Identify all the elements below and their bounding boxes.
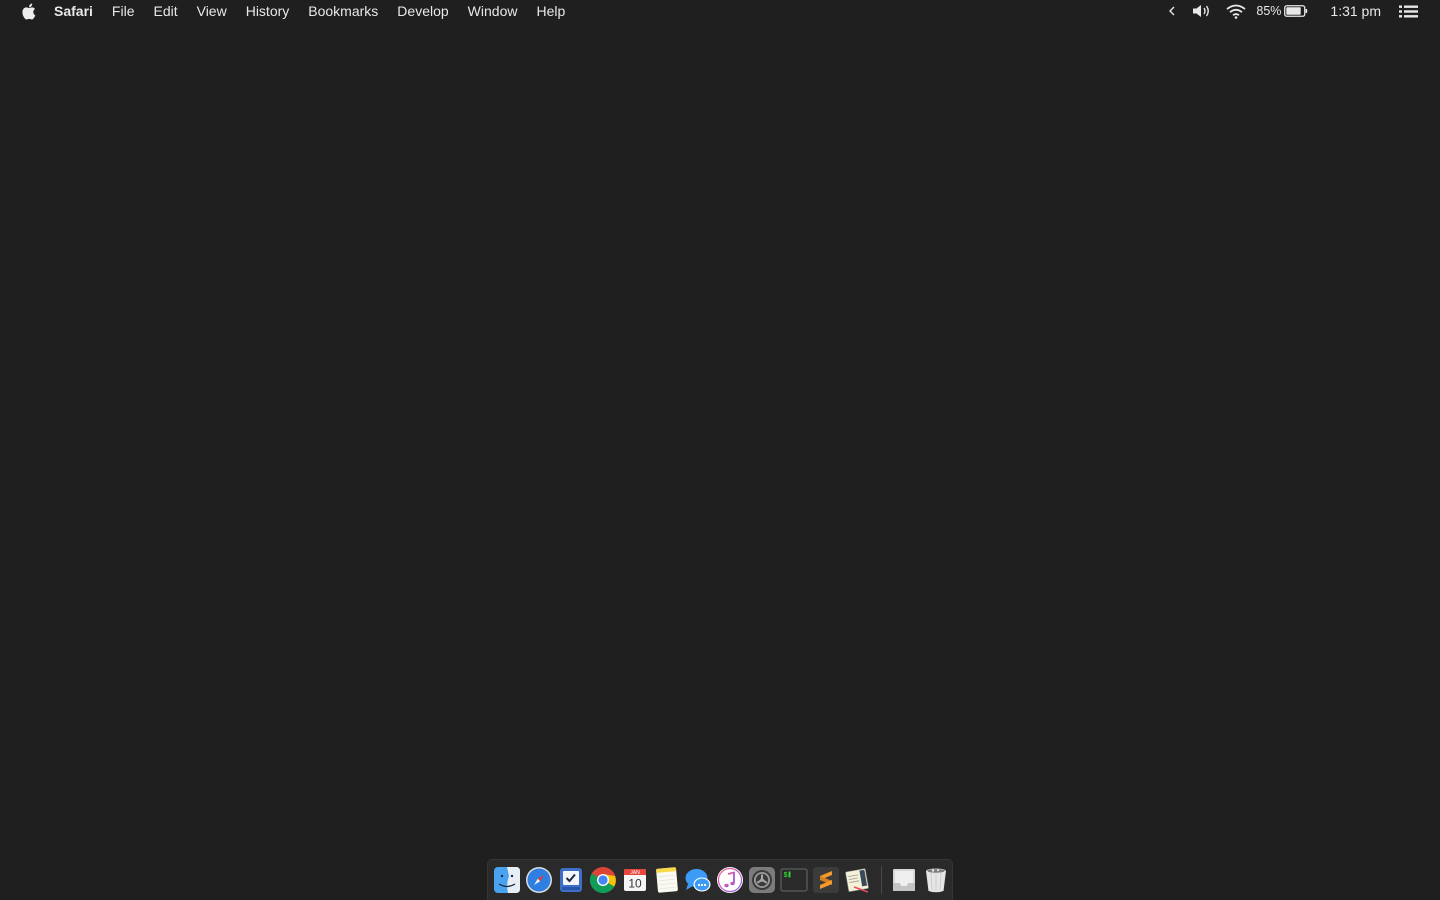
terminal-icon: $	[780, 868, 808, 892]
menu-bar-left: Safari File Edit View History Bookmarks …	[0, 0, 575, 22]
menu-app-name[interactable]: Safari	[54, 0, 102, 22]
sublime-text-icon	[813, 867, 840, 893]
battery-icon[interactable]	[1284, 0, 1308, 22]
dock-app-notes[interactable]	[651, 864, 683, 896]
finder-icon	[493, 867, 520, 893]
notification-center-icon[interactable]	[1399, 0, 1418, 22]
dock-separator	[881, 866, 883, 894]
menu-view[interactable]: View	[187, 0, 236, 22]
battery-level-fill	[1286, 7, 1302, 15]
calendar-icon: JAN 10	[623, 869, 646, 891]
menu-edit[interactable]: Edit	[144, 0, 187, 22]
tasks-checkbox-icon	[559, 868, 582, 892]
wifi-icon[interactable]	[1226, 0, 1246, 22]
menu-develop[interactable]: Develop	[388, 0, 458, 22]
dock-app-messages[interactable]	[683, 864, 715, 896]
messages-icon	[685, 869, 711, 892]
menu-file[interactable]: File	[102, 0, 144, 22]
terminal-prompt: $	[784, 872, 788, 880]
downloads-stack-icon	[893, 869, 916, 891]
chevron-left-icon[interactable]	[1168, 0, 1176, 22]
safari-icon	[525, 867, 552, 893]
dock-app-sublime-text[interactable]	[810, 864, 842, 896]
speaker-icon[interactable]	[1192, 0, 1212, 22]
menu-window[interactable]: Window	[458, 0, 527, 22]
gear-icon	[749, 867, 776, 893]
calendar-month: JAN	[630, 870, 640, 876]
menu-help[interactable]: Help	[527, 0, 575, 22]
dock-app-chrome[interactable]	[587, 864, 619, 896]
dock: JAN 10 $	[487, 859, 953, 900]
dock-app-script-editor[interactable]	[842, 864, 874, 896]
dock-app-calendar[interactable]: JAN 10	[619, 864, 651, 896]
battery-percent[interactable]: 85%	[1256, 0, 1281, 22]
menu-history[interactable]: History	[236, 0, 299, 22]
dock-app-safari[interactable]	[523, 864, 555, 896]
desktop[interactable]	[0, 22, 1440, 900]
chrome-icon	[589, 867, 616, 894]
menu-clock[interactable]: 1:31 pm	[1330, 0, 1381, 22]
apple-logo-icon[interactable]	[19, 0, 37, 22]
dock-app-finder[interactable]	[491, 864, 523, 896]
dock-app-terminal[interactable]: $	[778, 864, 810, 896]
dock-app-system-preferences[interactable]	[746, 864, 778, 896]
dock-downloads-stack[interactable]	[888, 864, 920, 896]
menu-bar: Safari File Edit View History Bookmarks …	[0, 0, 1440, 22]
menu-bar-status-area: 85% 1:31 pm	[1168, 0, 1440, 22]
dock-trash[interactable]	[920, 864, 952, 896]
dock-app-itunes[interactable]	[714, 864, 746, 896]
menu-bookmarks[interactable]: Bookmarks	[299, 0, 388, 22]
script-editor-icon	[845, 868, 869, 893]
itunes-icon	[717, 867, 744, 893]
dock-app-tasks[interactable]	[555, 864, 587, 896]
trash-icon	[925, 868, 946, 893]
calendar-day: 10	[628, 877, 642, 891]
notes-icon	[655, 867, 678, 893]
